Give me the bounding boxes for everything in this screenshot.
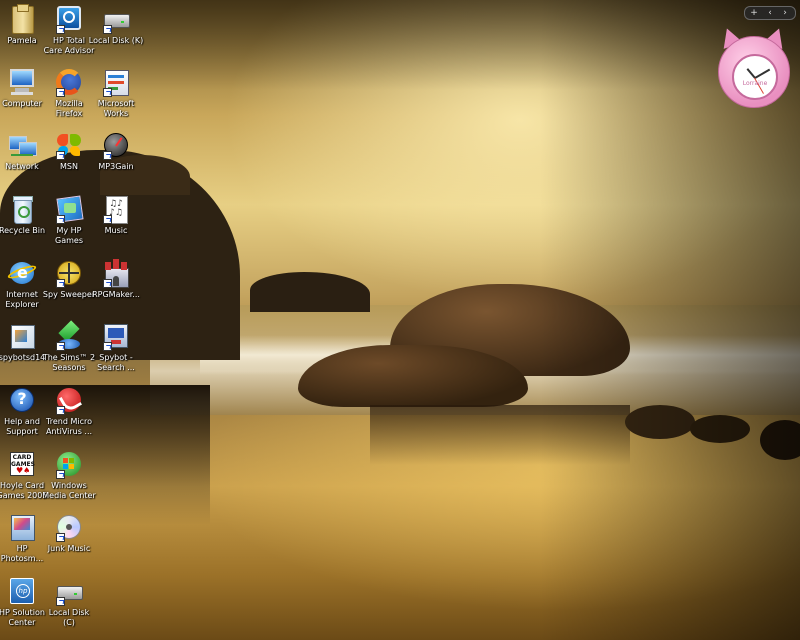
- hp-advisor-icon: [54, 4, 84, 34]
- shortcut-arrow-icon: [56, 151, 65, 160]
- network-icon: [7, 130, 37, 160]
- firefox-icon: [54, 67, 84, 97]
- icon-label: MP3Gain: [98, 162, 134, 171]
- drive-icon: [101, 4, 131, 34]
- icon-label: Spybot - Search ...: [97, 353, 135, 372]
- clock-gadget[interactable]: Lorraine: [714, 25, 792, 110]
- spybot-icon: [101, 321, 131, 351]
- shortcut-arrow-icon: [56, 215, 65, 224]
- desktop-icon-music[interactable]: ♫♪ ♪♫ Music: [85, 192, 147, 254]
- shortcut-arrow-icon: [103, 25, 112, 34]
- icon-label: Junk Music: [47, 544, 91, 553]
- card-games-icon: CARD GAMES ♥♠: [10, 452, 35, 476]
- sims-icon: [54, 320, 84, 351]
- internet-explorer-icon: e: [6, 258, 38, 288]
- msn-butterfly-icon: [54, 130, 84, 160]
- help-icon: ?: [7, 385, 37, 415]
- cd-disc-icon: [54, 512, 84, 542]
- hp-solution-center-icon: hp: [7, 576, 37, 606]
- shortcut-arrow-icon: [56, 533, 65, 542]
- shortcut-arrow-icon: [103, 342, 112, 351]
- media-center-icon: [54, 449, 84, 479]
- drive-icon: [54, 576, 84, 606]
- clock-brand-label: Lorraine: [742, 80, 768, 87]
- icon-label: Music: [104, 226, 128, 235]
- icon-label: Windows Media Center: [42, 481, 96, 500]
- desktop-icon-rpgmaker[interactable]: RPGMaker...: [85, 256, 147, 318]
- shortcut-arrow-icon: [56, 279, 65, 288]
- clock-face: Lorraine: [732, 54, 778, 100]
- previous-gadget-page-button[interactable]: ‹: [763, 7, 777, 19]
- desktop-icon-microsoft-works[interactable]: Microsoft Works: [85, 65, 147, 127]
- desktop-icon-junk-music[interactable]: Junk Music: [38, 510, 100, 572]
- distant-rock: [250, 272, 370, 312]
- icon-label: Local Disk (C): [48, 608, 90, 627]
- desktop-icon-trend-micro-antivirus[interactable]: Trend Micro AntiVirus ...: [38, 383, 100, 445]
- shortcut-arrow-icon: [103, 215, 112, 224]
- installer-icon: [7, 321, 37, 351]
- hp-photosmart-icon: [7, 512, 37, 542]
- next-gadget-page-button[interactable]: ›: [778, 7, 792, 19]
- shortcut-arrow-icon: [56, 406, 65, 415]
- shortcut-arrow-icon: [103, 88, 112, 97]
- desktop-icon-local-disk-k[interactable]: Local Disk (K): [85, 2, 147, 64]
- shortcut-arrow-icon: [56, 342, 65, 351]
- shortcut-arrow-icon: [103, 151, 112, 160]
- minute-hand: [754, 68, 771, 79]
- mp3gain-icon: [101, 130, 131, 160]
- recycle-bin-icon: [7, 194, 37, 224]
- hp-games-icon: [54, 194, 84, 224]
- works-icon: [101, 67, 131, 97]
- desktop-icon-spybot-search[interactable]: Spybot - Search ...: [85, 319, 147, 381]
- shortcut-arrow-icon: [56, 470, 65, 479]
- desktop-icon-mp3gain[interactable]: MP3Gain: [85, 128, 147, 190]
- sidebar-controls: + ‹ ›: [744, 6, 796, 20]
- user-folder-icon: [7, 4, 37, 34]
- trend-micro-icon: [54, 385, 84, 415]
- desktop-icon-windows-media-center[interactable]: Windows Media Center: [38, 447, 100, 509]
- rpgmaker-castle-icon: [101, 258, 131, 288]
- icon-label: Microsoft Works: [97, 99, 135, 118]
- icon-label: Trend Micro AntiVirus ...: [45, 417, 93, 436]
- icon-label: RPGMaker...: [92, 290, 140, 299]
- desktop-icon-local-disk-c[interactable]: Local Disk (C): [38, 574, 100, 636]
- shortcut-arrow-icon: [103, 279, 112, 288]
- shortcut-arrow-icon: [56, 597, 65, 606]
- music-document-icon: ♫♪ ♪♫: [101, 194, 131, 224]
- shortcut-arrow-icon: [56, 25, 65, 34]
- shortcut-arrow-icon: [56, 88, 65, 97]
- add-gadget-button[interactable]: +: [747, 7, 761, 19]
- icon-label: Local Disk (K): [88, 36, 144, 45]
- spy-sweeper-icon: [54, 258, 84, 288]
- computer-icon: [7, 67, 37, 97]
